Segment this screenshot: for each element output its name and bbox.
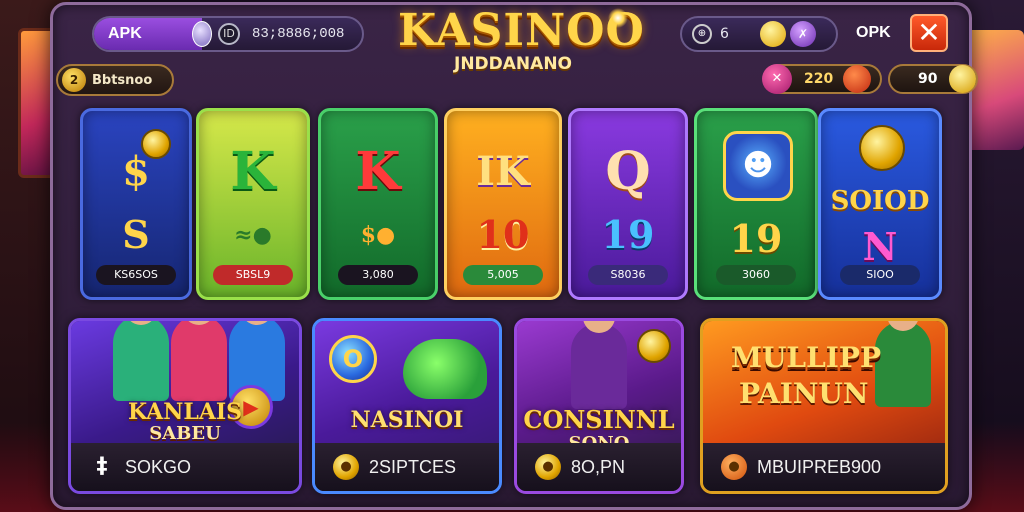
stat-value: 220 xyxy=(804,71,834,87)
reel-symbol-mid: $● xyxy=(360,222,396,248)
card-title: KANLAIS xyxy=(127,399,243,425)
reel-3[interactable]: K $● 3,080 xyxy=(318,108,438,300)
bonus-icon: ✕ xyxy=(762,64,792,94)
balance-label: Bbtsnoo xyxy=(92,72,153,88)
reel-label: SIOO xyxy=(840,265,920,285)
reel-symbol-top: K xyxy=(355,141,401,202)
currency-pill[interactable]: ⊕ 6 ✗ xyxy=(680,16,838,52)
coin-icon: ‡ xyxy=(96,454,108,479)
reel-label: SBSL9 xyxy=(213,265,293,285)
apk-balance-pill[interactable]: APK ID 83;8886;008 xyxy=(92,16,364,52)
balance-icon: 2 xyxy=(62,68,86,92)
game-card-art: O NASINOI xyxy=(315,321,499,449)
coin-icon: ● xyxy=(333,454,359,480)
coin-icon xyxy=(859,125,905,171)
stat-pill-secondary[interactable]: 90 xyxy=(888,64,978,94)
reel-label: 5,005 xyxy=(463,265,543,285)
reel-label: S8036 xyxy=(588,265,668,285)
character-figure xyxy=(171,321,227,401)
slot-reels: $ S KS6SOS K ≈● SBSL9 K $● 3,080 IK 10 5… xyxy=(80,108,942,300)
reel-1[interactable]: $ S KS6SOS xyxy=(80,108,192,300)
card-label: 2SIPTCES xyxy=(369,456,457,477)
coin-icon: ● xyxy=(721,454,747,480)
card-bar: ● MBUIPREB900 xyxy=(703,443,945,491)
reel-symbol-mid: ≈● xyxy=(234,222,272,248)
card-bar: ● 2SIPTCES xyxy=(315,443,499,491)
card-label: SOKGO xyxy=(125,456,192,477)
game-card-art: ▶ KANLAIS SABEU xyxy=(71,321,299,449)
reel-symbol-top: K xyxy=(230,141,276,202)
reel-symbol-mid: 19 xyxy=(601,212,655,257)
coin-icon xyxy=(760,21,786,47)
game-card-1[interactable]: ▶ KANLAIS SABEU ‡ SOKGO xyxy=(68,318,302,494)
reel-label: 3,080 xyxy=(338,265,418,285)
reel-2[interactable]: K ≈● SBSL9 xyxy=(196,108,310,300)
card-title: MULLIPP xyxy=(731,341,881,374)
reel-symbol-mid: 19 xyxy=(729,216,783,261)
stat-value-secondary: 90 xyxy=(918,71,938,87)
reel-symbol-mid: S xyxy=(122,212,150,257)
monster-emblem-icon: ☻ xyxy=(723,131,793,201)
card-subtitle: SABEU xyxy=(149,423,221,444)
card-bar: ‡ SOKGO xyxy=(71,443,299,491)
reel-symbol-mid: 10 xyxy=(476,212,530,257)
gem-icon xyxy=(192,21,212,47)
game-logo: KASINOO JNDDANANO xyxy=(398,5,645,75)
game-card-art: CONSINNL SONO xyxy=(517,321,681,454)
card-label: MBUIPREB900 xyxy=(757,456,882,477)
character-figure xyxy=(113,321,169,401)
balance-pill[interactable]: 2 Bbtsnoo xyxy=(56,64,174,96)
reel-symbol-top: IK xyxy=(476,148,530,195)
reel-symbol-top: Q xyxy=(605,141,651,202)
reel-symbol-top: SOIOD xyxy=(830,186,930,216)
game-card-2[interactable]: O NASINOI ● 2SIPTCES xyxy=(312,318,502,494)
fruit-icon xyxy=(843,65,872,93)
coin-icon: O xyxy=(329,335,377,383)
game-card-4[interactable]: MULLIPP PAINUN ● MBUIPREB900 xyxy=(700,318,948,494)
game-card-3[interactable]: CONSINNL SONO ● 8O,PN xyxy=(514,318,684,494)
dragon-icon xyxy=(403,339,487,399)
currency-value: 6 xyxy=(720,26,729,42)
reel-symbol-top: $ xyxy=(122,148,150,195)
coin-icon: ID xyxy=(218,23,240,45)
target-icon: ⊕ xyxy=(692,24,712,44)
opk-label: OPK xyxy=(856,24,891,41)
sparkle-icon xyxy=(608,8,628,28)
coin-icon xyxy=(637,329,671,363)
reel-6[interactable]: ☻ 19 3060 xyxy=(694,108,818,300)
reel-4[interactable]: IK 10 5,005 xyxy=(444,108,562,300)
gem-icon: ✗ xyxy=(790,21,816,47)
logo-subtitle: JNDDANANO xyxy=(454,54,572,74)
card-subtitle: PAINUN xyxy=(739,377,869,410)
game-card-art: MULLIPP PAINUN xyxy=(703,321,945,449)
logo-title: KASINOO xyxy=(398,5,645,56)
card-title: NASINOI xyxy=(350,407,464,433)
coin-icon: ● xyxy=(535,454,561,480)
coin-icon xyxy=(141,129,171,159)
reel-5[interactable]: Q 19 S8036 xyxy=(568,108,688,300)
reel-label: 3060 xyxy=(716,265,796,285)
card-bar: ● 8O,PN xyxy=(517,443,681,491)
reel-7[interactable]: SOIOD N SIOO xyxy=(818,108,942,300)
character-figure xyxy=(571,321,627,409)
close-button[interactable]: ✕ xyxy=(910,14,948,52)
apk-value: 83;8886;008 xyxy=(252,26,345,42)
coin-icon xyxy=(949,65,976,93)
reel-label: KS6SOS xyxy=(96,265,176,285)
card-title: CONSINNL xyxy=(523,405,675,434)
card-label: 8O,PN xyxy=(571,456,626,477)
apk-label: APK xyxy=(94,18,202,50)
stat-pill-primary[interactable]: ✕ 220 xyxy=(762,64,882,94)
